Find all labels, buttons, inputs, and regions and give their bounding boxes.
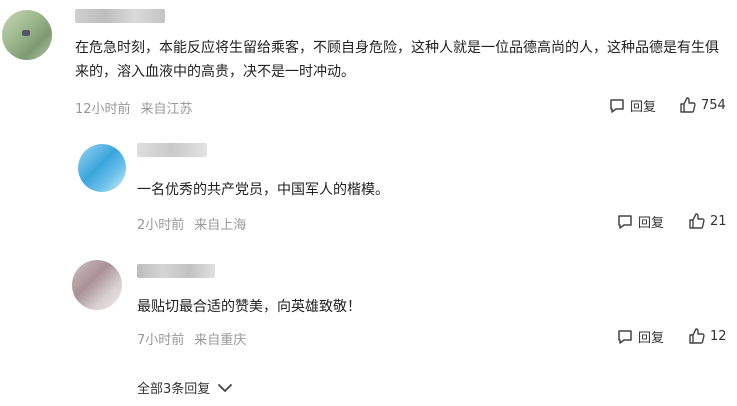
like-button[interactable]: 21 [688, 212, 727, 230]
reply-time: 2小时前 [137, 218, 185, 233]
username-blurred[interactable] [137, 264, 215, 278]
like-count: 21 [710, 213, 727, 229]
reply-item: 最贴切最合适的赞美，向英雄致敬！ 7小时前 来自重庆 回复 12 [0, 248, 737, 358]
reply-label: 回复 [638, 331, 665, 346]
expand-label: 全部3条回复 [137, 382, 211, 397]
chevron-down-icon [218, 383, 233, 392]
expand-replies-button[interactable]: 全部3条回复 [137, 378, 234, 397]
comment-item: 在危急时刻，本能反应将生留给乘客，不顾自身危险，这种人就是一位品德高尚的人，这种… [0, 0, 737, 120]
comment-location: 来自江苏 [140, 102, 193, 117]
reply-text: 最贴切最合适的赞美，向英雄致敬！ [137, 299, 361, 315]
reply-item: 一名优秀的共产党员，中国军人的楷模。 2小时前 来自上海 回复 21 [0, 130, 737, 240]
reply-text: 一名优秀的共产党员，中国军人的楷模。 [137, 182, 389, 198]
like-button[interactable]: 12 [688, 327, 727, 345]
comment-text: 在危急时刻，本能反应将生留给乘客，不顾自身危险，这种人就是一位品德高尚的人，这种… [75, 40, 719, 80]
thumbs-up-icon [680, 97, 696, 113]
reply-label: 回复 [638, 216, 665, 231]
avatar[interactable] [72, 260, 122, 310]
avatar[interactable] [2, 10, 52, 60]
reply-meta: 2小时前 来自上海 [137, 214, 256, 233]
comment-time: 12小时前 [75, 102, 131, 117]
reply-location: 来自重庆 [194, 333, 247, 348]
reply-location: 来自上海 [194, 218, 247, 233]
reply-meta: 7小时前 来自重庆 [137, 329, 256, 348]
comment-bubble-icon [618, 329, 632, 344]
like-count: 754 [701, 97, 726, 113]
comment-bubble-icon [618, 214, 632, 229]
reply-label: 回复 [630, 100, 657, 115]
reply-time: 7小时前 [137, 333, 185, 348]
reply-button[interactable]: 回复 [616, 327, 664, 346]
reply-button[interactable]: 回复 [616, 212, 664, 231]
username-blurred[interactable] [75, 9, 165, 23]
like-button[interactable]: 754 [679, 96, 726, 114]
avatar[interactable] [78, 144, 126, 192]
thumbs-up-icon [689, 213, 705, 229]
comment-bubble-icon [610, 98, 624, 113]
username-blurred[interactable] [137, 143, 207, 157]
like-count: 12 [710, 328, 727, 344]
comment-meta: 12小时前 来自江苏 [75, 98, 203, 117]
thumbs-up-icon [689, 328, 705, 344]
reply-button[interactable]: 回复 [608, 96, 656, 115]
